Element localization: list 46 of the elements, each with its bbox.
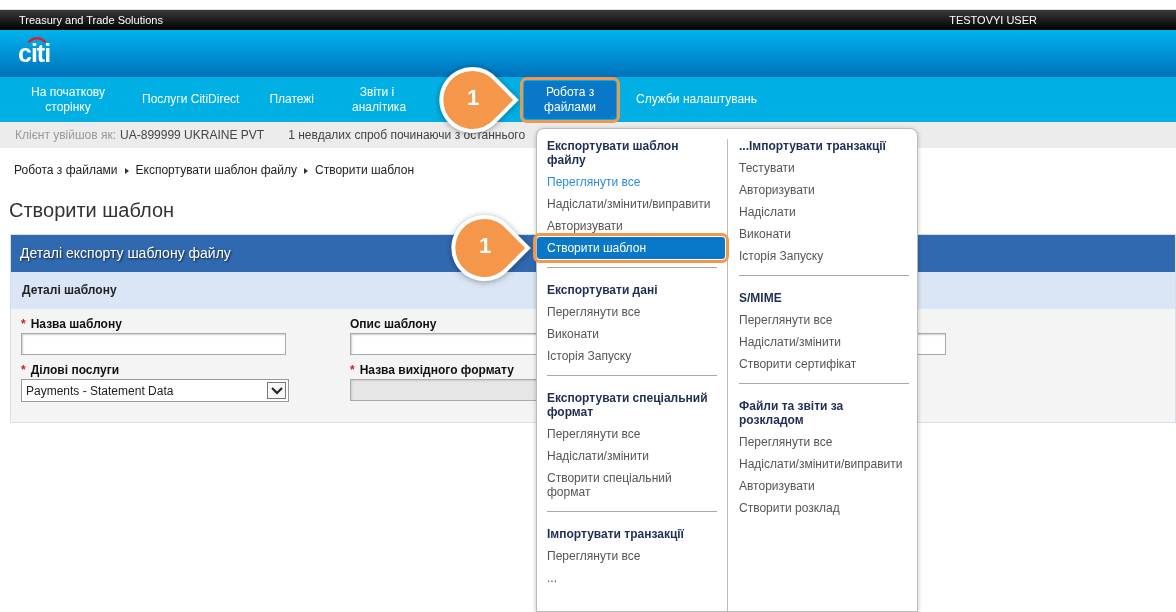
field-label: Ділові послуги: [30, 363, 119, 377]
dropdown-icon: [267, 382, 286, 399]
select-field[interactable]: Payments - Statement Data: [21, 379, 289, 402]
required-mark: *: [350, 363, 355, 377]
menu-item[interactable]: Створити розклад: [739, 497, 909, 519]
field-label: Назва вихідного формату: [359, 363, 514, 377]
menu-item[interactable]: ...: [547, 567, 717, 589]
menu-item[interactable]: Надіслати/змінити: [547, 445, 717, 467]
brand-name: Treasury and Trade Solutions: [19, 14, 163, 26]
menu-item[interactable]: Надіслати/змінити/виправити: [547, 193, 717, 215]
user-name: TESTOVYI USER: [949, 14, 1037, 26]
menu-heading: Експортувати шаблон файлу: [547, 139, 680, 167]
menu-item[interactable]: Авторизувати: [547, 215, 717, 237]
menu-item[interactable]: Виконати: [547, 323, 717, 345]
client-name: UA-899999 UKRAINE PVT: [120, 128, 265, 142]
field-label: Назва шаблону: [30, 317, 122, 331]
menu-item[interactable]: Переглянути все: [739, 431, 909, 453]
menu-item[interactable]: Історія Запуску: [547, 345, 717, 367]
input-field[interactable]: [21, 333, 286, 355]
menu-item[interactable]: Тестувати: [739, 157, 909, 179]
menu-heading: Імпортувати транзакції: [547, 527, 685, 541]
required-mark: *: [21, 363, 26, 377]
menu-heading: Файли та звіти за розкладом: [739, 399, 845, 427]
menu-heading: Експортувати спеціальний формат: [547, 391, 709, 419]
menu-item[interactable]: Переглянути все: [739, 309, 909, 331]
menu-item[interactable]: Переглянути все: [547, 545, 717, 567]
menu-item[interactable]: Надіслати/змінити: [739, 331, 909, 353]
menu-heading: ...Імпортувати транзакції: [739, 139, 887, 153]
breadcrumb-item[interactable]: Створити шаблон: [315, 163, 415, 177]
menu-item[interactable]: Надіслати: [739, 201, 909, 223]
menu-heading: S/MIME: [739, 291, 783, 305]
menu-item[interactable]: Переглянути все: [547, 171, 717, 193]
breadcrumb-item[interactable]: Робота з файлами: [14, 163, 118, 177]
breadcrumb-item[interactable]: Експортувати шаблон файлу: [135, 163, 297, 177]
menu-item[interactable]: Створити сертифікат: [739, 353, 909, 375]
page-title: Створити шаблон: [9, 198, 175, 223]
menu-heading: Експортувати дані: [547, 283, 659, 297]
menu-item[interactable]: Створити спеціальний формат: [547, 467, 717, 503]
required-mark: *: [21, 317, 26, 331]
menu-item[interactable]: Авторизувати: [739, 179, 909, 201]
menu-item[interactable]: Авторизувати: [739, 475, 909, 497]
menu-item[interactable]: Переглянути все: [547, 423, 717, 445]
menu-item[interactable]: Надіслати/змінити/виправити: [739, 453, 909, 475]
menu-item[interactable]: Історія Запуску: [739, 245, 909, 267]
login-label: Клієнт увійшов як:: [15, 128, 117, 142]
field-label: Опис шаблону: [350, 317, 437, 331]
